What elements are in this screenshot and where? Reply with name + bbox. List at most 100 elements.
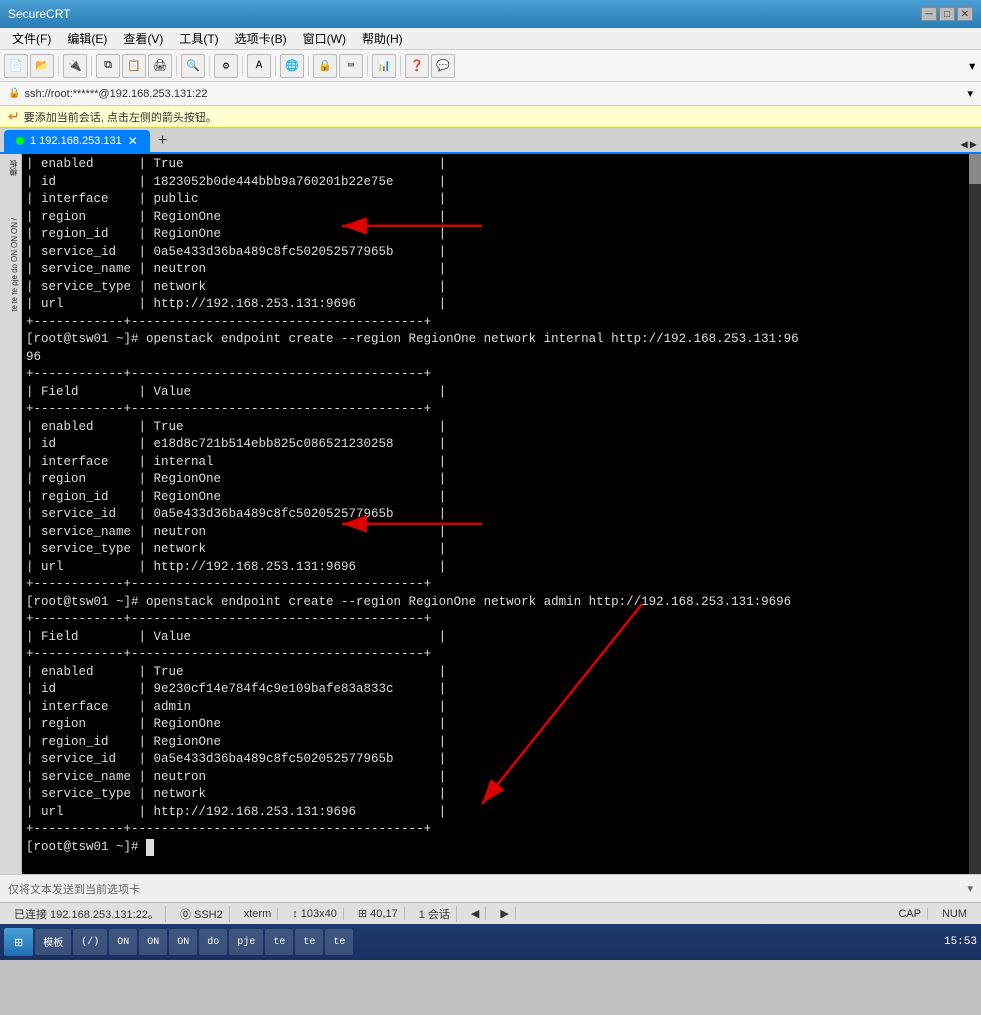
taskbar-item-8[interactable]: te bbox=[265, 929, 293, 955]
terminal-line-6: | service_id | 0a5e433d36ba489c8fc502052… bbox=[26, 244, 965, 262]
titlebar-controls: ─ □ ✕ bbox=[921, 7, 973, 21]
infobar-text: 要添加当前会话, 点击左侧的箭头按钮。 bbox=[24, 109, 217, 125]
taskbar-item-2[interactable]: (/) bbox=[73, 929, 107, 955]
menu-file[interactable]: 文件(F) bbox=[4, 28, 59, 49]
taskbar-item-6[interactable]: do bbox=[199, 929, 227, 955]
log-button[interactable]: 📊 bbox=[372, 54, 396, 78]
terminal-prompt-3: [root@tsw01 ~]# bbox=[26, 839, 965, 857]
menubar: 文件(F) 编辑(E) 查看(V) 工具(T) 选项卡(B) 窗口(W) 帮助(… bbox=[0, 28, 981, 50]
toolbar-sep7 bbox=[308, 56, 309, 76]
addressbar: 🔒 ssh://root:******@192.168.253.131:22 ▾ bbox=[0, 82, 981, 106]
terminal-line-27: +------------+--------------------------… bbox=[26, 646, 965, 664]
toolbar-dropdown[interactable]: ▾ bbox=[967, 56, 977, 76]
taskbar-item-1[interactable]: 模板 bbox=[35, 929, 71, 955]
terminal-line-11: 96 bbox=[26, 349, 965, 367]
terminal-line-18: | region | RegionOne | bbox=[26, 471, 965, 489]
terminal-line-28: | enabled | True | bbox=[26, 664, 965, 682]
infobar: ↵ 要添加当前会话, 点击左侧的箭头按钮。 bbox=[0, 106, 981, 128]
scrollbar-thumb[interactable] bbox=[969, 154, 981, 184]
terminal-line-13: | Field | Value | bbox=[26, 384, 965, 402]
menu-help[interactable]: 帮助(H) bbox=[354, 28, 411, 49]
status-nav-left[interactable]: ◀ bbox=[465, 907, 486, 920]
find-button[interactable]: 🔍 bbox=[181, 54, 205, 78]
tab-indicator bbox=[16, 137, 24, 145]
settings-button[interactable]: ⚙ bbox=[214, 54, 238, 78]
menu-edit[interactable]: 编辑(E) bbox=[59, 28, 115, 49]
taskbar-item-4[interactable]: ON bbox=[139, 929, 167, 955]
close-button[interactable]: ✕ bbox=[957, 7, 973, 21]
font-button[interactable]: A bbox=[247, 54, 271, 78]
addressbar-dropdown[interactable]: ▾ bbox=[967, 87, 973, 100]
terminal-line-1: | enabled | True | bbox=[26, 156, 965, 174]
minimize-button[interactable]: ─ bbox=[921, 7, 937, 21]
main-container: 模板 / ON ON ON do pje te te te | enabled … bbox=[0, 154, 981, 874]
sidebar-label-on2: ON bbox=[2, 236, 19, 248]
terminal-line-9: | url | http://192.168.253.131:9696 | bbox=[26, 296, 965, 314]
taskbar-item-10[interactable]: te bbox=[325, 929, 353, 955]
inputbar-dropdown[interactable]: ▾ bbox=[967, 882, 973, 895]
lock-button[interactable]: 🔒 bbox=[313, 54, 337, 78]
internet-button[interactable]: 🌐 bbox=[280, 54, 304, 78]
copy-button[interactable]: ⧉ bbox=[96, 54, 120, 78]
taskbar-item-7[interactable]: pje bbox=[229, 929, 263, 955]
taskbar-time: 15:53 bbox=[944, 936, 977, 948]
terminal-line-26: | Field | Value | bbox=[26, 629, 965, 647]
tabbar: 1 192.168.253.131 ✕ + ◀ ▶ bbox=[0, 128, 981, 154]
tab-left-arrow[interactable]: ◀ bbox=[961, 137, 968, 152]
taskbar-right: 15:53 bbox=[944, 936, 977, 948]
taskbar-item-9[interactable]: te bbox=[295, 929, 323, 955]
sidebar-label-mban: 模板 bbox=[2, 160, 19, 176]
open-button[interactable]: 📂 bbox=[30, 54, 54, 78]
connect-button[interactable]: 🔌 bbox=[63, 54, 87, 78]
session-tab[interactable]: 1 192.168.253.131 ✕ bbox=[4, 130, 150, 152]
terminal-line-33: | service_id | 0a5e433d36ba489c8fc502052… bbox=[26, 751, 965, 769]
status-emulation: xterm bbox=[238, 908, 279, 920]
help-button[interactable]: ❓ bbox=[405, 54, 429, 78]
sidebar-label-on1: ON bbox=[2, 222, 19, 234]
menu-tabs[interactable]: 选项卡(B) bbox=[227, 28, 295, 49]
terminal-line-32: | region_id | RegionOne | bbox=[26, 734, 965, 752]
keyboard-button[interactable]: ⌨ bbox=[339, 54, 363, 78]
chat-button[interactable]: 💬 bbox=[431, 54, 455, 78]
status-protocol: ⓪ SSH2 bbox=[174, 906, 230, 922]
terminal-container[interactable]: | enabled | True | | id | 1823052b0de444… bbox=[22, 154, 981, 874]
menu-window[interactable]: 窗口(W) bbox=[295, 28, 354, 49]
terminal-line-8: | service_type | network | bbox=[26, 279, 965, 297]
new-tab-button[interactable]: + bbox=[150, 130, 175, 152]
terminal-line-24: +------------+--------------------------… bbox=[26, 576, 965, 594]
taskbar-item-5[interactable]: ON bbox=[169, 929, 197, 955]
terminal-line-16: | id | e18d8c721b514ebb825c086521230258 … bbox=[26, 436, 965, 454]
maximize-button[interactable]: □ bbox=[939, 7, 955, 21]
terminal-line-36: | url | http://192.168.253.131:9696 | bbox=[26, 804, 965, 822]
terminal-line-10: +------------+--------------------------… bbox=[26, 314, 965, 332]
terminal-line-37: +------------+--------------------------… bbox=[26, 821, 965, 839]
toolbar-sep2 bbox=[91, 56, 92, 76]
address-url[interactable]: ssh://root:******@192.168.253.131:22 bbox=[24, 88, 207, 100]
lock-icon: 🔒 bbox=[8, 88, 20, 99]
paste-button[interactable]: 📋 bbox=[122, 54, 146, 78]
status-connection: 已连接 192.168.253.131:22。 bbox=[8, 906, 166, 922]
terminal-scrollbar[interactable] bbox=[969, 154, 981, 874]
menu-tools[interactable]: 工具(T) bbox=[171, 28, 226, 49]
sidebar-label-slash: / bbox=[2, 218, 19, 220]
terminal-line-20: | service_id | 0a5e433d36ba489c8fc502052… bbox=[26, 506, 965, 524]
terminal-line-25: +------------+--------------------------… bbox=[26, 611, 965, 629]
status-sessions: 1 会话 bbox=[413, 906, 457, 922]
print-button[interactable]: 🖨 bbox=[148, 54, 172, 78]
status-nav-right[interactable]: ▶ bbox=[494, 907, 515, 920]
tab-right-arrow[interactable]: ▶ bbox=[970, 137, 977, 152]
menu-view[interactable]: 查看(V) bbox=[115, 28, 171, 49]
status-num: NUM bbox=[936, 908, 973, 920]
tab-close-button[interactable]: ✕ bbox=[128, 134, 138, 148]
taskbar: ⊞ 模板 (/) ON ON ON do pje te te te 15:53 bbox=[0, 924, 981, 960]
new-session-button[interactable]: 📄 bbox=[4, 54, 28, 78]
toolbar-sep6 bbox=[275, 56, 276, 76]
inputbar: 仅将文本发送到当前选项卡 ▾ bbox=[0, 874, 981, 902]
taskbar-item-3[interactable]: ON bbox=[109, 929, 137, 955]
start-button[interactable]: ⊞ bbox=[4, 928, 33, 956]
terminal[interactable]: | enabled | True | | id | 1823052b0de444… bbox=[22, 154, 969, 874]
terminal-line-14: +------------+--------------------------… bbox=[26, 401, 965, 419]
toolbar-sep9 bbox=[400, 56, 401, 76]
toolbar-sep4 bbox=[209, 56, 210, 76]
terminal-line-22: | service_type | network | bbox=[26, 541, 965, 559]
